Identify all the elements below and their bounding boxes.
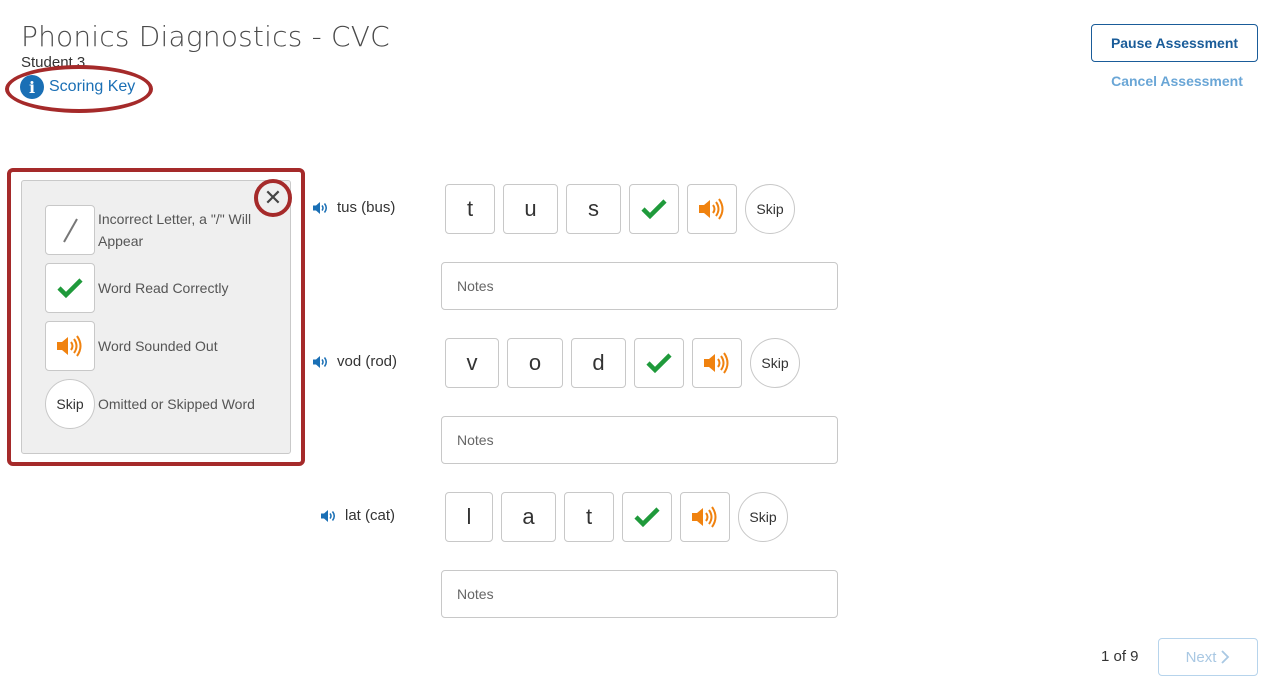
correct-button[interactable] — [634, 338, 684, 388]
info-icon: i — [20, 75, 44, 99]
key-item-sounded: Word Sounded Out — [45, 321, 268, 371]
skip-button[interactable]: Skip — [750, 338, 800, 388]
key-item-text: Incorrect Letter, a "/" Will Appear — [98, 211, 252, 249]
speaker-icon — [45, 321, 95, 371]
next-label: Next — [1185, 648, 1217, 666]
skip-button[interactable]: Skip — [745, 184, 795, 234]
letter-tile[interactable]: l — [445, 492, 493, 542]
next-button[interactable]: Next — [1158, 638, 1258, 676]
notes-input[interactable] — [441, 416, 838, 464]
sounded-out-button[interactable] — [692, 338, 742, 388]
pause-assessment-button[interactable]: Pause Assessment — [1091, 24, 1258, 62]
audio-icon — [321, 509, 335, 522]
page-indicator: 1 of 9 — [1101, 648, 1139, 665]
speaker-icon — [704, 352, 729, 374]
sounded-out-button[interactable] — [680, 492, 730, 542]
skip-symbol-label: Skip — [56, 396, 84, 412]
page-title: Phonics Diagnostics - CVC — [21, 20, 390, 53]
notes-input[interactable] — [441, 262, 838, 310]
audio-icon — [313, 355, 327, 368]
audio-icon — [313, 201, 327, 214]
speaker-icon — [699, 198, 724, 220]
letter-tile[interactable]: v — [445, 338, 499, 388]
letter-tile[interactable]: o — [507, 338, 563, 388]
letter-tile[interactable]: t — [564, 492, 614, 542]
word-audio-vod[interactable]: vod (rod) — [312, 353, 397, 370]
key-item-skipped: Skip Omitted or Skipped Word — [45, 379, 268, 429]
slash-icon — [45, 205, 95, 255]
cancel-assessment-link[interactable]: Cancel Assessment — [1091, 73, 1263, 89]
skip-symbol: Skip — [45, 379, 95, 429]
checkmark-icon — [641, 199, 667, 220]
letter-tile[interactable]: a — [501, 492, 556, 542]
letter-tile[interactable]: s — [566, 184, 621, 234]
key-item-text: Word Sounded Out — [98, 338, 218, 354]
word-label: lat (cat) — [345, 507, 396, 524]
skip-button[interactable]: Skip — [738, 492, 788, 542]
key-item-incorrect: Incorrect Letter, a "/" Will Appear — [45, 205, 268, 255]
correct-button[interactable] — [629, 184, 679, 234]
word-audio-lat[interactable]: lat (cat) — [320, 507, 395, 524]
scoring-key-label: Scoring Key — [49, 78, 136, 95]
word-audio-tus[interactable]: tus (bus) — [312, 199, 395, 216]
checkmark-icon — [646, 353, 672, 374]
key-item-text: Omitted or Skipped Word — [98, 396, 255, 412]
word-label: tus (bus) — [337, 199, 396, 216]
correct-button[interactable] — [622, 492, 672, 542]
scoring-key-link[interactable]: i Scoring Key — [20, 75, 135, 99]
key-item-text: Word Read Correctly — [98, 280, 229, 296]
letter-tile[interactable]: u — [503, 184, 558, 234]
checkmark-icon — [45, 263, 95, 313]
checkmark-icon — [634, 507, 660, 528]
word-label: vod (rod) — [337, 353, 398, 370]
chevron-right-icon — [1221, 650, 1230, 664]
sounded-out-button[interactable] — [687, 184, 737, 234]
speaker-icon — [692, 506, 717, 528]
key-item-correct: Word Read Correctly — [45, 263, 268, 313]
notes-input[interactable] — [441, 570, 838, 618]
student-name: Student 3 — [21, 54, 86, 71]
letter-tile[interactable]: d — [571, 338, 626, 388]
letter-tile[interactable]: t — [445, 184, 495, 234]
